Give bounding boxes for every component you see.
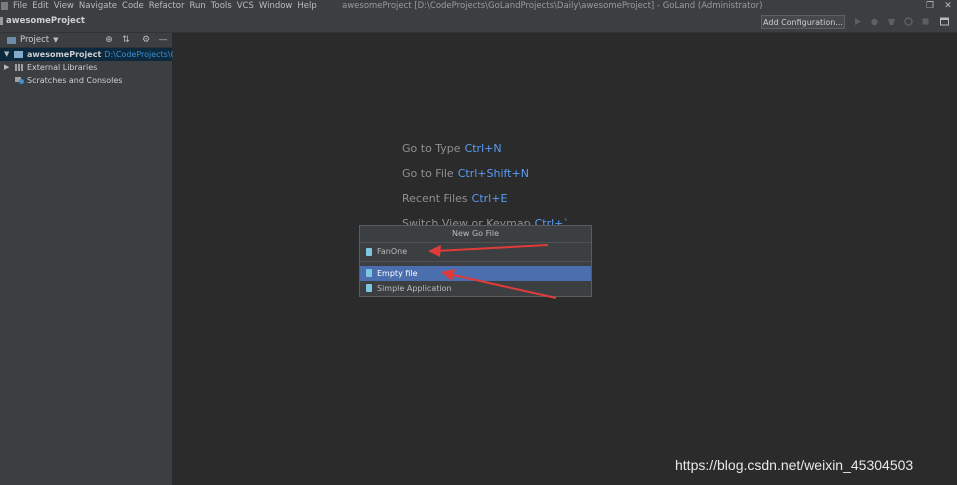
annotation-arrows	[428, 244, 557, 299]
arrow-to-empty-file	[441, 269, 557, 299]
arrow-to-input	[428, 244, 549, 257]
watermark: https://blog.csdn.net/weixin_45304503	[675, 457, 914, 473]
